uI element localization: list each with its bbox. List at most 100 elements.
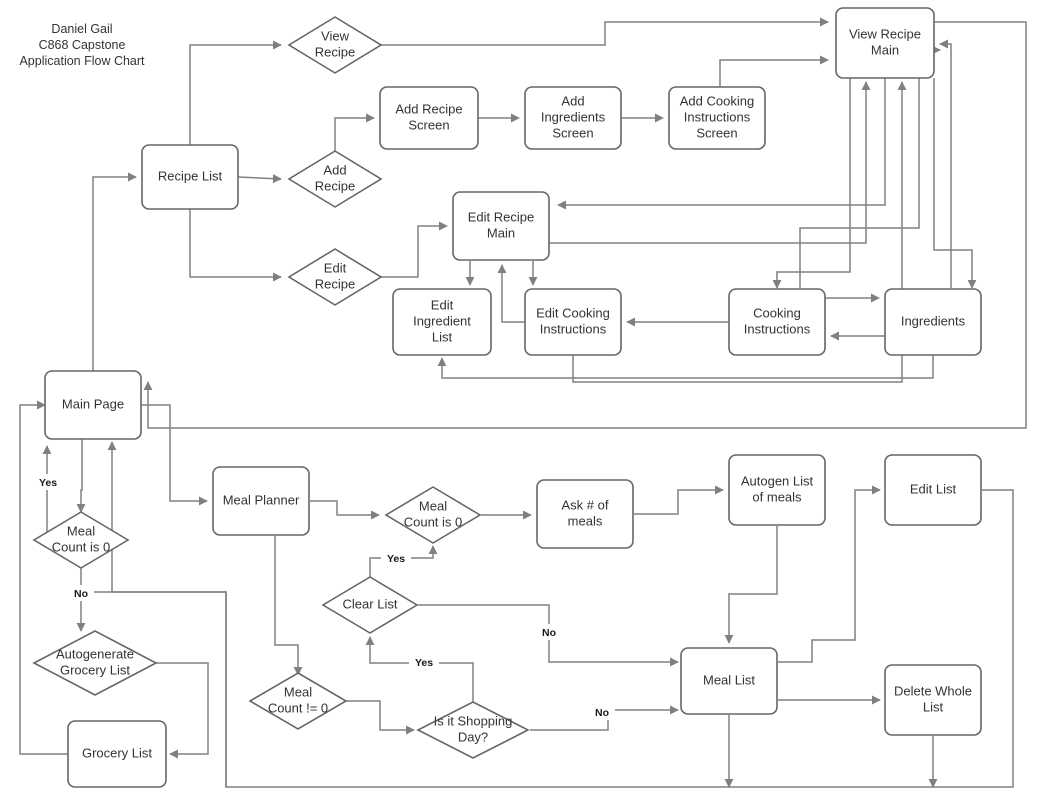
node-label-edit-recipe: Recipe	[315, 276, 355, 291]
node-clear-list[interactable]: Clear List	[321, 576, 419, 634]
node-label-edit-recipe-main: Main	[487, 225, 515, 240]
node-label-add-ingredients-screen: Add	[561, 93, 584, 108]
node-label-view-recipe: View	[321, 28, 350, 43]
node-label-edit-list: Edit List	[910, 481, 957, 496]
node-label-cooking-instructions: Cooking	[753, 305, 801, 320]
node-view-recipe-main[interactable]: View RecipeMain	[835, 7, 935, 79]
node-label-meal-planner: Meal Planner	[223, 492, 300, 507]
edge-ask-meals-to-autogen-list	[634, 485, 724, 515]
node-label-add-ingredients-screen: Screen	[552, 125, 593, 140]
edge-label-text: No	[74, 588, 88, 600]
title-line-2: C868 Capstone	[39, 38, 126, 52]
node-label-grocery-list: Grocery List	[82, 745, 152, 760]
node-add-recipe-screen[interactable]: Add RecipeScreen	[379, 86, 479, 150]
node-recipe-list[interactable]: Recipe List	[141, 144, 239, 210]
node-edit-recipe[interactable]: EditRecipe	[287, 248, 383, 306]
node-label-cooking-instructions: Instructions	[744, 321, 811, 336]
node-label-edit-recipe: Edit	[324, 260, 347, 275]
node-label-is-it-shopping-day: Day?	[458, 729, 488, 744]
node-view-recipe[interactable]: ViewRecipe	[287, 16, 383, 74]
edge-meal-planner-to-meal-count-not-0	[274, 536, 303, 676]
node-label-main-page: Main Page	[62, 396, 124, 411]
edge-label-layer: Yes No Yes No Yes No	[33, 474, 615, 720]
node-edit-ingredient-list[interactable]: EditIngredientList	[392, 288, 492, 356]
node-label-ask-number-of-meals: meals	[568, 513, 603, 528]
node-main-page[interactable]: Main Page	[44, 370, 142, 440]
node-label-meal-count-is-0-right: Meal	[419, 498, 447, 513]
edge-label-text: No	[542, 627, 556, 639]
node-label-meal-count-is-0-right: Count is 0	[404, 514, 463, 529]
node-label-add-recipe-screen: Screen	[408, 117, 449, 132]
edge-label-text: Yes	[39, 477, 57, 489]
node-label-add-recipe: Recipe	[315, 178, 355, 193]
edge-view-recipe-to-view-recipe-main	[381, 17, 829, 46]
node-label-delete-whole-list: Delete Whole	[894, 683, 972, 698]
flowchart-canvas: Yes No Yes No Yes No Recipe ListViewReci…	[19, 7, 1027, 788]
node-ingredients[interactable]: Ingredients	[884, 288, 982, 356]
node-cooking-instructions[interactable]: CookingInstructions	[728, 288, 826, 356]
node-layer: Recipe ListViewRecipeAddRecipeEditRecipe…	[32, 7, 982, 788]
edge-add-cooking-to-view-recipe-main	[719, 55, 829, 87]
node-meal-count-is-0-left[interactable]: MealCount is 0	[32, 511, 130, 569]
edge-add-recipe-to-add-recipe-screen	[334, 113, 375, 151]
edge-label-no-clear-list: No	[536, 624, 562, 640]
title-line-3: Application Flow Chart	[19, 54, 145, 68]
edge-main-page-to-meal-planner	[141, 404, 208, 506]
node-ask-number-of-meals[interactable]: Ask # ofmeals	[536, 479, 634, 549]
edge-label-yes-clear-list: Yes	[381, 550, 411, 566]
node-label-view-recipe: Recipe	[315, 44, 355, 59]
edge-layer	[19, 17, 1027, 788]
node-label-edit-ingredient-list: Edit	[431, 297, 454, 312]
node-label-add-recipe: Add	[323, 162, 346, 177]
node-label-view-recipe-main: Main	[871, 42, 899, 57]
node-meal-count-not-0[interactable]: MealCount != 0	[248, 672, 348, 730]
edge-label-text: Yes	[415, 657, 433, 669]
edge-meal-planner-to-meal-count-is-0-right	[310, 500, 380, 520]
edge-view-recipe-main-to-cooking	[772, 78, 851, 289]
node-label-ask-number-of-meals: Ask # of	[562, 497, 609, 512]
node-edit-list[interactable]: Edit List	[884, 454, 982, 526]
node-is-it-shopping-day[interactable]: Is it ShoppingDay?	[416, 701, 530, 759]
node-label-edit-ingredient-list: List	[432, 329, 453, 344]
node-meal-planner[interactable]: Meal Planner	[212, 466, 310, 536]
edge-label-yes-shopping: Yes	[409, 654, 439, 670]
edge-recipe-list-to-edit-recipe	[189, 209, 282, 282]
edge-view-recipe-main-to-main-page	[143, 21, 1027, 429]
edge-main-page-to-meal-count-is-0	[76, 439, 86, 513]
edge-label-no-autogen: No	[68, 585, 94, 601]
node-label-add-ingredients-screen: Ingredients	[541, 109, 606, 124]
node-label-autogen-list-of-meals: of meals	[752, 489, 802, 504]
node-add-recipe[interactable]: AddRecipe	[287, 150, 383, 208]
edge-label-text: Yes	[387, 553, 405, 565]
node-label-meal-count-not-0: Meal	[284, 684, 312, 699]
node-edit-cooking-instructions[interactable]: Edit CookingInstructions	[524, 288, 622, 356]
node-label-add-cooking-instr-screen: Add Cooking	[680, 93, 754, 108]
node-label-clear-list: Clear List	[343, 596, 398, 611]
edge-ingredients-to-view-recipe-main	[939, 39, 952, 288]
title-line-1: Daniel Gail	[51, 22, 112, 36]
node-label-delete-whole-list: List	[923, 699, 944, 714]
node-label-meal-list: Meal List	[703, 672, 755, 687]
node-label-edit-recipe-main: Edit Recipe	[468, 209, 534, 224]
node-autogenerate-grocery-list[interactable]: AutogenerateGrocery List	[32, 630, 158, 696]
node-label-ingredients: Ingredients	[901, 313, 966, 328]
edge-label-text: No	[595, 707, 609, 719]
node-label-meal-count-is-0-left: Meal	[67, 523, 95, 538]
node-grocery-list[interactable]: Grocery List	[67, 720, 167, 788]
edge-label-no-shopping: No	[589, 704, 615, 720]
node-edit-recipe-main[interactable]: Edit RecipeMain	[452, 191, 550, 261]
node-meal-count-is-0-right[interactable]: MealCount is 0	[384, 486, 482, 544]
node-add-ingredients-screen[interactable]: AddIngredientsScreen	[524, 86, 622, 150]
node-delete-whole-list[interactable]: Delete WholeList	[884, 664, 982, 736]
edge-grocery-list-to-main-page	[19, 400, 68, 755]
node-meal-list[interactable]: Meal List	[680, 647, 778, 715]
node-label-autogenerate-grocery-list: Autogenerate	[56, 646, 134, 661]
node-autogen-list-of-meals[interactable]: Autogen Listof meals	[728, 454, 826, 526]
node-add-cooking-instr-screen[interactable]: Add CookingInstructionsScreen	[668, 86, 766, 150]
node-label-autogen-list-of-meals: Autogen List	[741, 473, 814, 488]
edge-recipe-list-to-view-recipe	[189, 40, 282, 145]
node-label-edit-cooking-instructions: Instructions	[540, 321, 607, 336]
edge-autogen-list-to-meal-list	[724, 526, 778, 644]
edge-view-recipe-main-to-ingredients	[933, 78, 977, 289]
node-label-edit-ingredient-list: Ingredient	[413, 313, 471, 328]
